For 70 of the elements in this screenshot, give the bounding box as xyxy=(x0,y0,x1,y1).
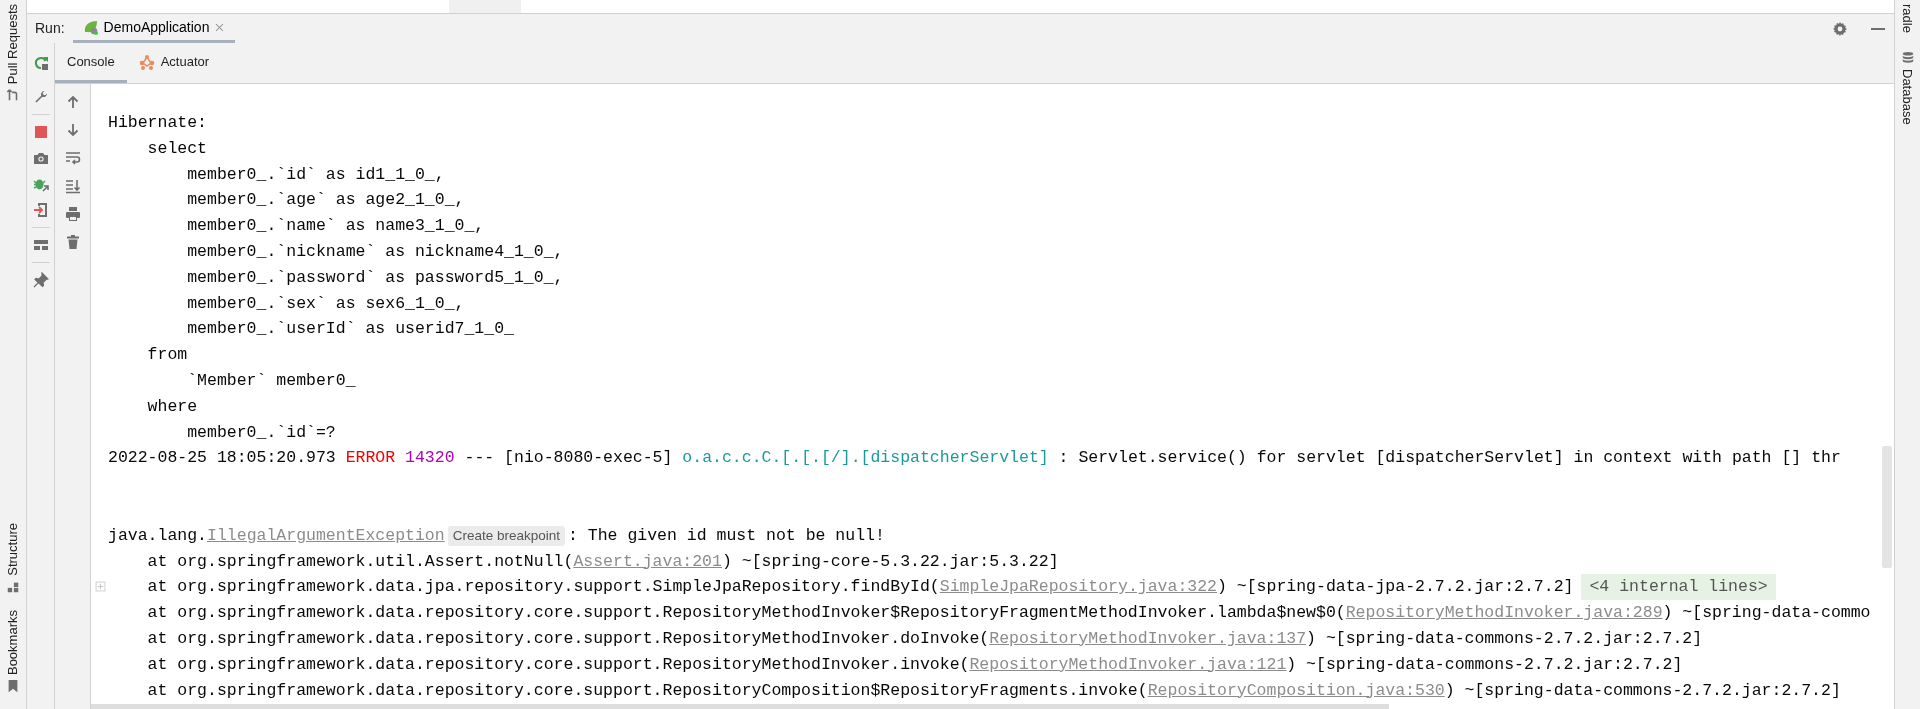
database-icon[interactable] xyxy=(1900,50,1915,65)
console-text: `Member` member0_ xyxy=(186,369,356,392)
source-link[interactable]: RepositoryMethodInvoker.java:137 xyxy=(989,625,1307,652)
leaf-icon xyxy=(82,19,99,35)
source-link[interactable]: RepositoryMethodInvoker.java:121 xyxy=(969,651,1287,678)
console-text: member0_.`password` as password5_1_0_, xyxy=(186,266,564,289)
tool-window-tab[interactable]: radle xyxy=(1897,0,1918,37)
scroll-to-end-icon[interactable] xyxy=(64,178,81,194)
pull-requests-tab[interactable]: Pull Requests xyxy=(3,0,23,89)
pin-icon[interactable] xyxy=(32,272,49,288)
console-text: at org.springframework.util.Assert.notNull( xyxy=(146,550,574,573)
close-icon[interactable] xyxy=(214,21,226,33)
rerun-icon[interactable] xyxy=(32,55,49,71)
tool-window-tab[interactable]: Structure xyxy=(3,519,23,580)
source-link[interactable]: SimpleJpaRepository.java:322 xyxy=(939,574,1217,601)
console-text: at org.springframework.data.repository.core.support.RepositoryComposition$RepositoryFragments.invoke( xyxy=(146,679,1148,702)
console-text: at org.springframework.data.repository.core.support.RepositoryMethodInvoker.doInvoke( xyxy=(146,627,990,650)
console-text: at org.springframework.data.repository.core.support.RepositoryMethodInvoker.invoke( xyxy=(146,653,970,676)
console-text: member0_.`id`=? xyxy=(186,421,336,444)
layout-icon[interactable] xyxy=(32,237,49,253)
stop-icon[interactable] xyxy=(32,124,49,140)
nodes-icon xyxy=(138,53,155,70)
camera-icon[interactable] xyxy=(32,150,49,166)
console-text: ) ~[spring-data-commo xyxy=(1662,602,1871,625)
console-text: member0_.`sex` as sex6_1_0_, xyxy=(186,292,465,315)
console-text: member0_.`id` as id1_1_0_, xyxy=(186,163,445,186)
console-text: ) ~[spring-core-5.3.22.jar:5.3.22] xyxy=(721,550,1059,573)
pull-request-icon[interactable] xyxy=(6,88,20,103)
folded-lines[interactable]: <4 internal lines> xyxy=(1581,574,1776,601)
console-text: : The given id must not be null! xyxy=(568,524,885,547)
print-icon[interactable] xyxy=(64,206,81,222)
exit-icon[interactable] xyxy=(32,202,49,218)
wrench-icon[interactable] xyxy=(32,89,49,105)
source-link[interactable]: RepositoryMethodInvoker.java:289 xyxy=(1345,600,1663,626)
console-text: java.lang. xyxy=(108,524,208,547)
console-text: member0_.`userId` as userid7_1_0_ xyxy=(186,318,514,341)
run-tab[interactable]: DemoApplication xyxy=(72,14,236,43)
process-id: 14320 xyxy=(405,447,455,470)
source-link[interactable]: RepositoryComposition.java:530 xyxy=(1147,677,1445,704)
console-text: ) ~[spring-data-commons-2.7.2.jar:2.7.2] xyxy=(1306,627,1703,650)
console-text: ) ~[spring-data-commons-2.7.2.jar:2.7.2] xyxy=(1286,653,1683,676)
console-text: --- [nio-8080-exec-5] xyxy=(463,447,674,470)
run-label: Run: xyxy=(34,19,66,38)
bookmark-icon[interactable] xyxy=(6,679,20,693)
console-text: : Servlet.service() for servlet [dispatcherServlet] in context with path [] thr xyxy=(1057,447,1841,470)
console-text: at org.springframework.data.jpa.repository.support.SimpleJpaRepository.findById( xyxy=(146,576,940,599)
console-text: member0_.`age` as age2_1_0_, xyxy=(186,189,465,212)
log-level: ERROR xyxy=(345,447,397,470)
soft-wrap-icon[interactable] xyxy=(64,150,81,166)
source-link[interactable]: IllegalArgumentException xyxy=(207,522,445,549)
console-text: 2022-08-25 18:05:20.973 xyxy=(108,447,337,470)
console-text: at org.springframework.data.repository.core.support.RepositoryMethodInvoker$RepositoryFragmentMethodInvoker.lambda$new$0( xyxy=(146,602,1346,625)
trash-icon[interactable] xyxy=(64,234,81,250)
console-text: Hibernate: xyxy=(108,112,209,134)
console-text: where xyxy=(146,395,198,418)
console-text: member0_.`nickname` as nickname4_1_0_, xyxy=(186,241,564,263)
tool-window-tab[interactable]: Database xyxy=(1897,64,1918,129)
console-text: from xyxy=(146,344,188,367)
console-text: ) ~[spring-data-jpa-2.7.2.jar:2.7.2] xyxy=(1217,576,1574,599)
source-link[interactable]: Assert.java:201 xyxy=(573,548,722,575)
logger-name: o.a.c.c.C.[.[.[/].[dispatcherServlet] xyxy=(682,447,1049,470)
console-text: ) ~[spring-data-commons-2.7.2.jar:2.7.2] xyxy=(1444,679,1841,702)
tool-window-tab[interactable]: Bookmarks xyxy=(3,605,23,679)
scrollbar-thumb[interactable] xyxy=(91,704,1390,709)
settings-icon[interactable] xyxy=(1832,20,1848,37)
breakpoint-hint[interactable]: Create breakpoint xyxy=(447,525,565,546)
console-text: select xyxy=(146,137,208,160)
console-text: member0_.`name` as name3_1_0_, xyxy=(186,215,485,238)
console-tab[interactable]: Actuator xyxy=(126,43,222,83)
scrollbar-thumb[interactable] xyxy=(1882,446,1892,568)
